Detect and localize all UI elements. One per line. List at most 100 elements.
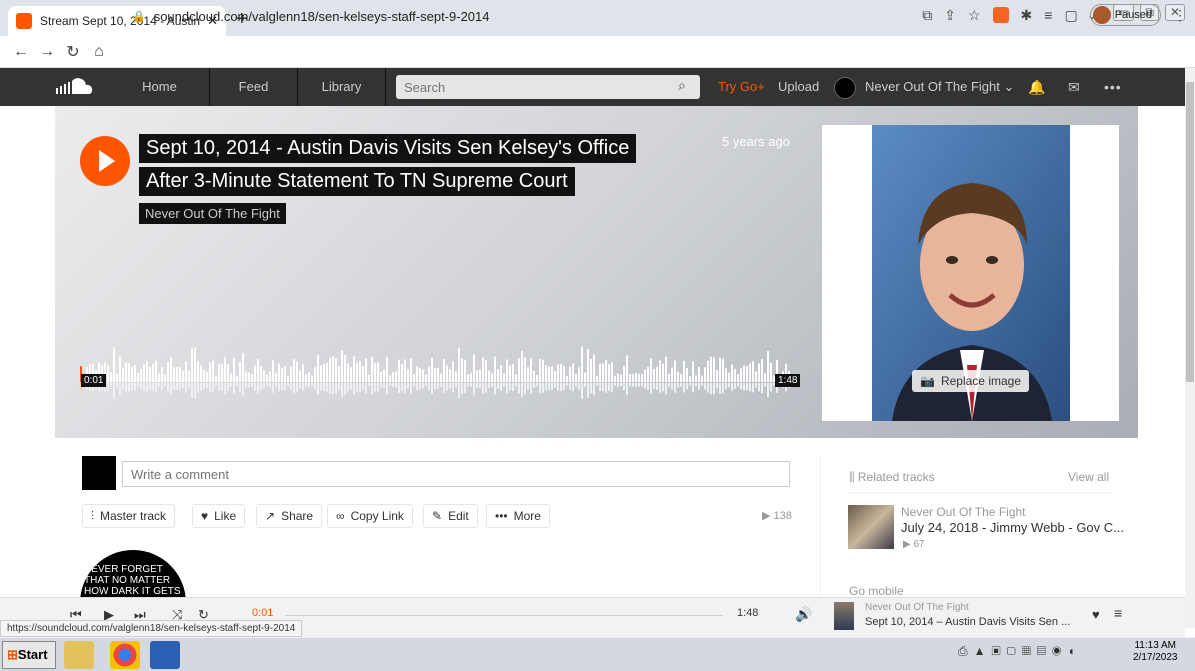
profile-paused-button[interactable]: Paused <box>1089 4 1161 26</box>
extension-icon[interactable] <box>992 7 1009 23</box>
track-artist[interactable]: Never Out Of The Fight <box>139 203 286 224</box>
related-track-title[interactable]: July 24, 2018 - Jimmy Webb - Gov C... <box>901 520 1124 535</box>
install-app-icon[interactable]: ⧉ <box>922 7 932 24</box>
waveform-bar <box>485 360 487 382</box>
comment-input[interactable] <box>122 461 790 487</box>
reload-icon[interactable]: ↻ <box>60 42 86 62</box>
waveform-bar <box>161 366 163 382</box>
page-scrollbar[interactable] <box>1185 68 1195 628</box>
waveform-bar <box>569 366 571 382</box>
player-progress-bar[interactable] <box>285 615 723 616</box>
waveform-reflection-bar <box>437 383 439 390</box>
waveform-bar <box>107 364 109 382</box>
search-icon[interactable]: ⌕ <box>678 77 686 94</box>
word-icon[interactable] <box>150 641 180 669</box>
soundcloud-logo-icon[interactable] <box>54 74 110 100</box>
waveform-icon: ⫼ <box>849 470 855 484</box>
user-menu[interactable]: Never Out Of The Fight ⌄ <box>865 68 1014 106</box>
start-button[interactable]: ⊞Start <box>2 641 56 669</box>
forward-icon[interactable]: → <box>34 43 60 61</box>
volume-icon[interactable]: 🔊 <box>795 606 812 623</box>
waveform-bar <box>356 362 358 382</box>
back-icon[interactable]: ← <box>8 43 34 61</box>
home-icon[interactable]: ⌂ <box>86 43 112 61</box>
waveform-reflection-bar <box>731 383 733 391</box>
share-button[interactable]: ↗ Share <box>256 504 323 528</box>
browser-menu-icon[interactable]: ⋮ <box>1173 7 1187 24</box>
notifications-bell-icon[interactable]: 🔔 <box>1028 68 1045 106</box>
reading-list-icon[interactable]: ≡ <box>1044 7 1052 23</box>
waveform-reflection-bar <box>620 383 622 387</box>
waveform-bar <box>734 369 736 382</box>
search-input[interactable] <box>396 75 700 99</box>
play-button[interactable] <box>80 136 130 186</box>
waveform-bar <box>257 359 259 382</box>
waveform-bar <box>437 368 439 382</box>
taskbar-clock[interactable]: 11:13 AM 2/17/2023 <box>1133 640 1178 664</box>
waveform-bar <box>683 360 685 382</box>
waveform-bar <box>581 346 583 382</box>
view-all-link[interactable]: View all <box>1068 470 1109 484</box>
waveform-reflection-bar <box>473 383 475 396</box>
upload-link[interactable]: Upload <box>778 68 819 106</box>
bookmark-star-icon[interactable]: ☆ <box>968 7 981 24</box>
related-track-artwork[interactable] <box>848 505 894 549</box>
user-avatar[interactable] <box>834 77 856 99</box>
waveform-reflection-bar <box>227 383 229 391</box>
waveform-reflection-bar <box>641 383 643 387</box>
share-page-icon[interactable]: ⇪ <box>944 7 956 24</box>
waveform-bar <box>377 362 379 382</box>
waveform-bar <box>185 361 187 382</box>
waveform-reflection-bar <box>554 383 556 388</box>
player-like-heart-icon[interactable]: ♥ <box>1092 607 1100 622</box>
waveform-bar <box>317 355 319 382</box>
chrome-icon[interactable] <box>110 641 140 669</box>
waveform-bar <box>476 370 478 382</box>
waveform-bar <box>545 365 547 382</box>
waveform-reflection-bar <box>278 383 280 392</box>
master-track-button[interactable]: ⫶ Master track <box>82 504 176 528</box>
waveform-bar <box>629 374 631 382</box>
waveform-reflection-bar <box>317 383 319 396</box>
waveform[interactable] <box>80 330 797 406</box>
waveform-bar <box>452 361 454 382</box>
waveform-bar <box>746 365 748 382</box>
file-explorer-icon[interactable] <box>64 641 94 669</box>
player-artwork[interactable] <box>834 602 854 630</box>
related-track-artist[interactable]: Never Out Of The Fight <box>901 505 1026 519</box>
waveform-reflection-bar <box>332 383 334 395</box>
scrollbar-thumb[interactable] <box>1186 82 1194 382</box>
share-label: Share <box>281 509 314 523</box>
waveform-bar <box>500 364 502 382</box>
replace-image-button[interactable]: 📷 Replace image <box>912 370 1029 392</box>
nav-feed[interactable]: Feed <box>210 68 298 106</box>
try-go-plus-link[interactable]: Try Go+ <box>718 68 765 106</box>
waveform-reflection-bar <box>767 383 769 397</box>
more-button[interactable]: ••• More <box>486 504 550 528</box>
waveform-bar <box>233 358 235 382</box>
waveform-bar <box>659 360 661 382</box>
like-button[interactable]: ♥ Like <box>192 504 246 528</box>
copy-link-button[interactable]: ∞ Copy Link <box>327 504 413 528</box>
waveform-bar <box>308 372 310 382</box>
more-options-icon[interactable]: ••• <box>1104 68 1122 106</box>
waveform-reflection-bar <box>662 383 664 392</box>
puzzle-extensions-icon[interactable]: ✱ <box>1021 7 1033 24</box>
edit-button[interactable]: ✎ Edit <box>423 504 478 528</box>
waveform-bar <box>173 367 175 382</box>
messages-mail-icon[interactable]: ✉ <box>1068 68 1080 106</box>
waveform-reflection-bar <box>602 383 604 392</box>
system-tray-icons[interactable]: ⎙▲▣▢▦▤◉◖ <box>958 644 1081 659</box>
waveform-bar <box>251 374 253 382</box>
waveform-bar <box>491 373 493 382</box>
side-panel-icon[interactable]: ▢ <box>1064 7 1077 24</box>
player-title[interactable]: Sept 10, 2014 – Austin Davis Visits Sen … <box>865 616 1070 628</box>
player-artist[interactable]: Never Out Of The Fight <box>865 602 969 613</box>
nav-home[interactable]: Home <box>110 68 210 106</box>
related-plays-value: 67 <box>913 539 925 550</box>
waveform-bar <box>653 368 655 382</box>
queue-icon[interactable]: ≡ <box>1114 605 1122 621</box>
url-field[interactable]: 🔒 soundcloud.com/valglenn18/sen-kelseys-… <box>132 4 862 28</box>
nav-library[interactable]: Library <box>298 68 386 106</box>
waveform-bar <box>395 371 397 382</box>
